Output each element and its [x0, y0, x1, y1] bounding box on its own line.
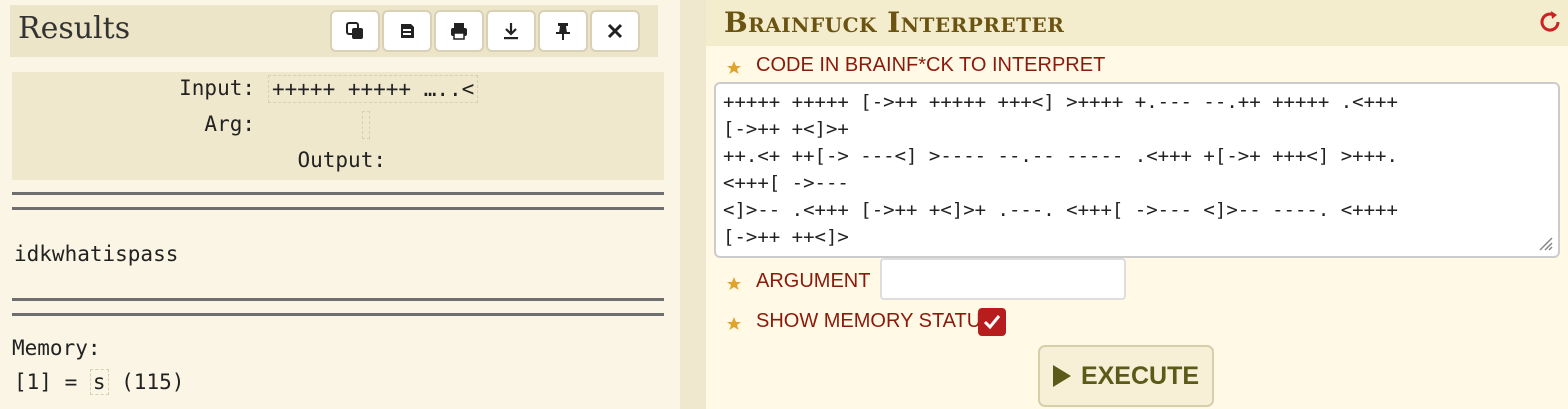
execute-label: EXECUTE	[1080, 361, 1200, 390]
execute-button[interactable]: EXECUTE	[1038, 345, 1214, 407]
memory-index: [1] =	[14, 370, 90, 394]
results-title: Results	[18, 11, 131, 46]
download-button[interactable]	[486, 10, 536, 52]
star-icon	[727, 277, 741, 290]
close-button[interactable]	[590, 10, 640, 52]
panel-divider[interactable]	[680, 0, 706, 409]
memory-label: Memory:	[12, 336, 101, 360]
star-icon	[727, 61, 741, 74]
reset-icon[interactable]	[1536, 8, 1564, 36]
pin-button[interactable]	[538, 10, 588, 52]
close-icon	[607, 23, 623, 39]
input-value: +++++ +++++ …..<	[268, 75, 479, 103]
results-header: Results	[10, 5, 658, 57]
input-label: Input:	[179, 76, 255, 100]
argument-label: ARGUMENT	[756, 270, 871, 292]
star-icon	[727, 317, 741, 330]
interpreter-header: Brainfuck Interpreter	[706, 0, 1568, 46]
interpreter-panel: Brainfuck Interpreter CODE IN BRAINF*CK …	[706, 0, 1568, 409]
download-icon	[504, 23, 518, 40]
memory-char: s	[89, 369, 109, 395]
arg-value	[362, 111, 370, 139]
io-summary: Input: +++++ +++++ …..< Arg: Output:	[12, 72, 664, 180]
copy-button[interactable]	[330, 10, 380, 52]
clear-button[interactable]	[382, 10, 432, 52]
play-icon	[1052, 365, 1071, 387]
arg-label: Arg:	[204, 112, 255, 136]
copy-icon	[346, 22, 363, 39]
code-text: +++++ +++++ [->++ +++++ +++<] >++++ +.--…	[723, 91, 1398, 248]
code-textarea[interactable]: +++++ +++++ [->++ +++++ +++<] >++++ +.--…	[714, 82, 1560, 258]
checkmark-icon	[983, 315, 1001, 330]
output-label: Output:	[297, 148, 386, 172]
pin-icon	[556, 23, 570, 40]
resize-grip-icon[interactable]	[1534, 232, 1554, 252]
memory-line: [1] = s (115)	[14, 369, 185, 395]
print-icon	[451, 23, 467, 40]
memory-code: (115)	[108, 370, 185, 394]
code-label: CODE IN BRAINF*CK TO INTERPRET	[756, 54, 1106, 76]
memory-status-label: SHOW MEMORY STATUS	[756, 310, 995, 332]
divider-line	[12, 298, 664, 316]
output-text: idkwhatispass	[14, 242, 179, 266]
divider-line	[12, 192, 664, 210]
argument-input[interactable]	[880, 258, 1126, 300]
results-panel: Results Input: +++++ +++++ …..< Arg: Out…	[0, 0, 680, 409]
interpreter-title: Brainfuck Interpreter	[724, 6, 1065, 39]
clear-icon	[401, 24, 414, 38]
print-button[interactable]	[434, 10, 484, 52]
memory-status-checkbox[interactable]	[978, 308, 1006, 336]
